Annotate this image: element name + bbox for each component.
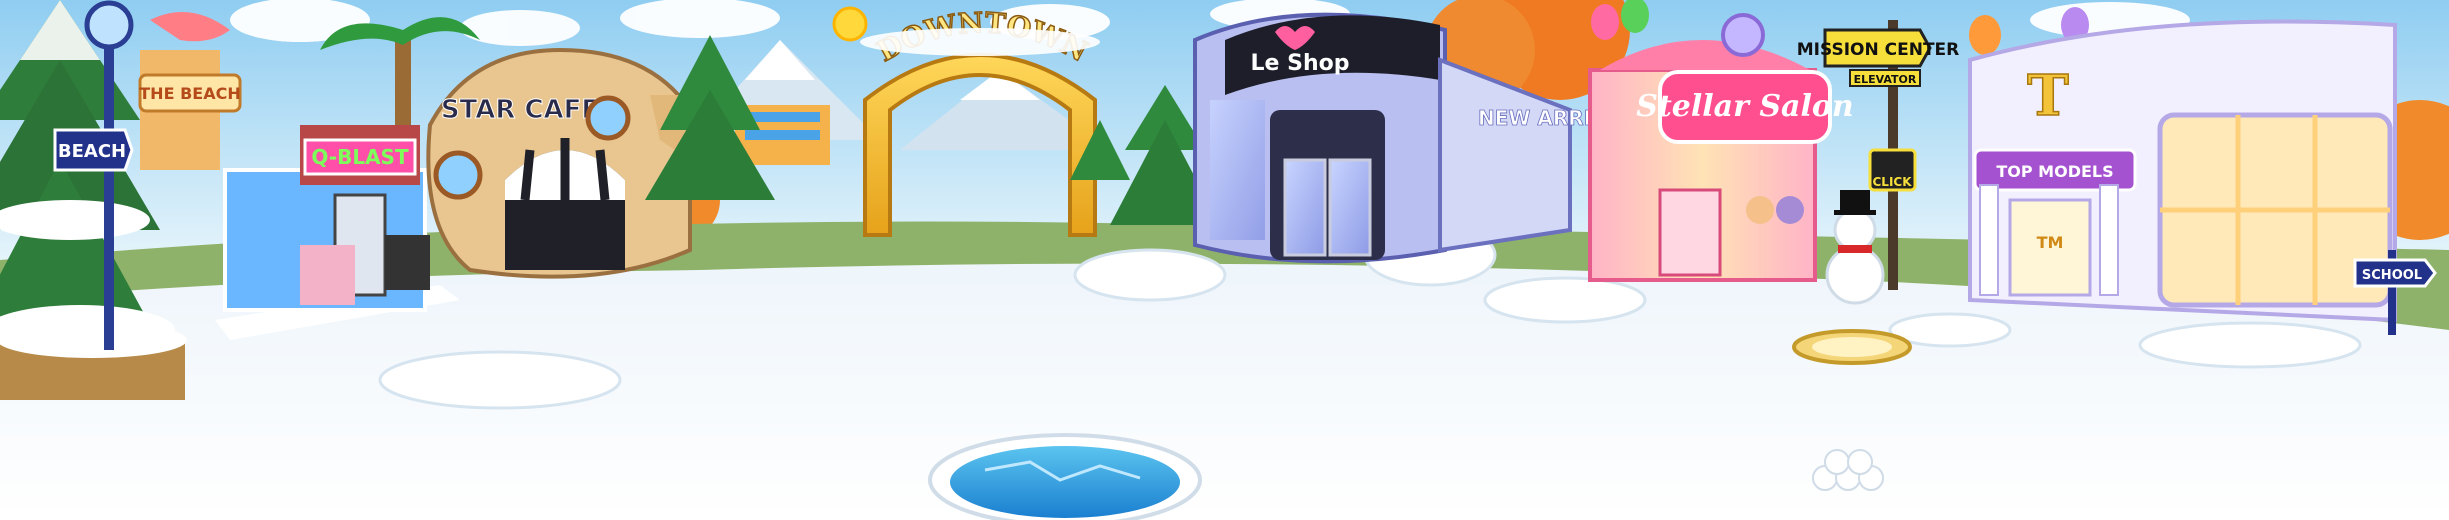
- scene-canvas: BEACH THE BEACH Q-BLAST STAR CAFE WNTO L…: [0, 0, 2449, 520]
- sun-icon: [832, 6, 868, 42]
- downtown-scene: BEACH THE BEACH Q-BLAST STAR CAFE WNTO L…: [0, 0, 2449, 520]
- star-cafe[interactable]: STAR CAFE: [426, 47, 692, 279]
- top-models-agency[interactable]: TOP MODELS T TM: [1968, 19, 2397, 323]
- le-shop-label: Le Shop: [1251, 51, 1350, 76]
- star-cafe-label: STAR CAFE: [441, 95, 599, 125]
- le-shop-door-left[interactable]: [1283, 158, 1327, 257]
- top-models-logo: T: [2027, 63, 2069, 129]
- frozen-pond[interactable]: [928, 433, 1202, 520]
- salon-logo-icon: [1721, 13, 1765, 57]
- the-beach-label: THE BEACH: [139, 84, 240, 103]
- click-label: CLICK: [1872, 175, 1912, 189]
- speaker: [385, 235, 430, 290]
- stellar-salon-label: Stellar Salon: [1636, 89, 1853, 124]
- mission-center-label: MISSION CENTER: [1797, 40, 1960, 60]
- q-blast-label: Q-BLAST: [311, 145, 409, 169]
- le-shop-door-right[interactable]: [1328, 158, 1372, 257]
- tm-label: TM: [2037, 233, 2064, 252]
- school-label: SCHOOL: [2362, 268, 2422, 283]
- elevator-label: ELEVATOR: [1854, 73, 1917, 86]
- top-models-label: TOP MODELS: [1996, 162, 2113, 181]
- cake-decor: [300, 245, 355, 305]
- elevator-pad[interactable]: [1792, 329, 1912, 365]
- salon-door[interactable]: [1658, 188, 1722, 277]
- beach-signpost[interactable]: BEACH: [53, 128, 134, 172]
- beach-sign-label: BEACH: [58, 141, 126, 162]
